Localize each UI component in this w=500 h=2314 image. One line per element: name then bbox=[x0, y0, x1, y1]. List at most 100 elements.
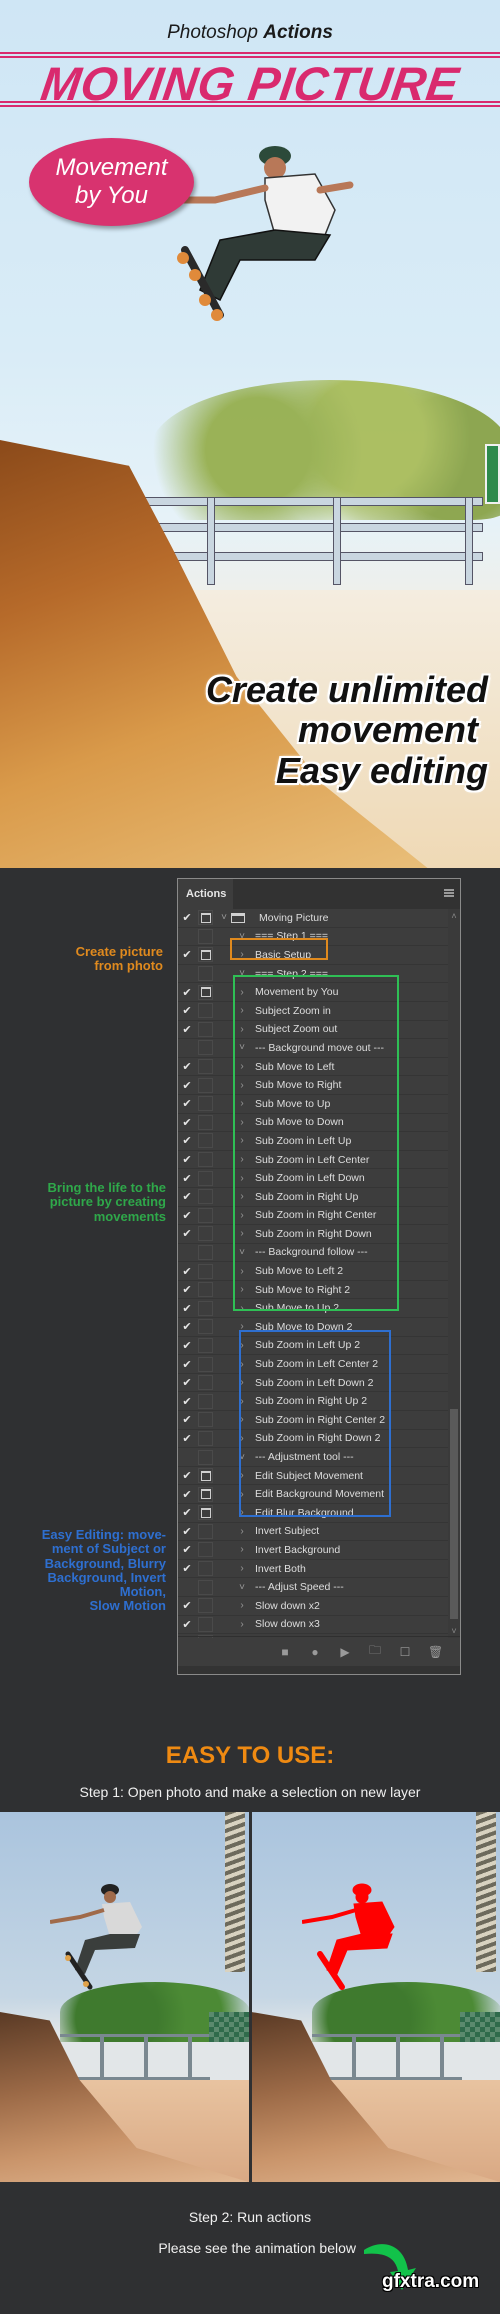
chevron-right-icon[interactable]: › bbox=[235, 949, 249, 960]
dialog-toggle-icon[interactable] bbox=[198, 947, 213, 963]
panel-menu-icon[interactable] bbox=[444, 889, 454, 897]
scroll-up-icon[interactable]: ˄ bbox=[448, 911, 460, 921]
action-row[interactable]: ✔ › Invert Subject bbox=[178, 1523, 450, 1542]
chevron-right-icon[interactable]: › bbox=[235, 1507, 249, 1518]
dialog-toggle-icon[interactable] bbox=[198, 1040, 213, 1056]
chevron-right-icon[interactable]: › bbox=[235, 1228, 249, 1239]
action-row[interactable]: ✔ › Sub Zoom in Right Down 2 bbox=[178, 1430, 450, 1449]
chevron-right-icon[interactable]: › bbox=[235, 1619, 249, 1630]
dialog-toggle-icon[interactable] bbox=[198, 1003, 213, 1019]
chevron-right-icon[interactable]: › bbox=[235, 1563, 249, 1574]
chevron-right-icon[interactable]: › bbox=[235, 1173, 249, 1184]
toggle-checkmark-icon[interactable]: ✔ bbox=[178, 1488, 196, 1501]
action-row[interactable]: ✔ › Sub Zoom in Right Down bbox=[178, 1225, 450, 1244]
toggle-checkmark-icon[interactable]: ✔ bbox=[178, 1079, 196, 1092]
toggle-checkmark-icon[interactable]: ✔ bbox=[178, 986, 196, 999]
action-separator-row[interactable]: ˅ --- Adjustment tool --- bbox=[178, 1448, 450, 1467]
action-separator-row[interactable]: ˅ === Step 1 === bbox=[178, 928, 450, 947]
chevron-down-icon[interactable]: ˅ bbox=[235, 1247, 249, 1258]
chevron-right-icon[interactable]: › bbox=[235, 1284, 249, 1295]
scroll-down-icon[interactable]: ˅ bbox=[448, 1626, 460, 1636]
tab-actions[interactable]: Actions bbox=[178, 879, 233, 909]
dialog-toggle-icon[interactable] bbox=[198, 910, 213, 926]
chevron-right-icon[interactable]: › bbox=[235, 1396, 249, 1407]
action-row[interactable]: ✔ › Sub Zoom in Right Center bbox=[178, 1207, 450, 1226]
dialog-toggle-icon[interactable] bbox=[198, 928, 213, 944]
dialog-toggle-icon[interactable] bbox=[198, 1096, 213, 1112]
action-row[interactable]: ✔ › Sub Zoom in Left Up bbox=[178, 1132, 450, 1151]
dialog-toggle-icon[interactable] bbox=[198, 1523, 213, 1539]
dialog-toggle-icon[interactable] bbox=[198, 1077, 213, 1093]
action-separator-row[interactable]: ˅ --- Adjust Speed --- bbox=[178, 1578, 450, 1597]
action-separator-row[interactable]: ˅ --- Background follow --- bbox=[178, 1244, 450, 1263]
dialog-toggle-icon[interactable] bbox=[198, 1189, 213, 1205]
toggle-checkmark-icon[interactable]: ✔ bbox=[178, 1153, 196, 1166]
action-separator-row[interactable]: ˅ --- Background move out --- bbox=[178, 1039, 450, 1058]
chevron-right-icon[interactable]: › bbox=[235, 1321, 249, 1332]
dialog-toggle-icon[interactable] bbox=[198, 1226, 213, 1242]
chevron-down-icon[interactable]: ˅ bbox=[235, 931, 249, 942]
dialog-toggle-icon[interactable] bbox=[198, 1412, 213, 1428]
toggle-checkmark-icon[interactable]: ✔ bbox=[178, 948, 196, 961]
action-row[interactable]: ✔ › Sub Zoom in Left Center bbox=[178, 1151, 450, 1170]
dialog-toggle-icon[interactable] bbox=[198, 1505, 213, 1521]
toggle-checkmark-icon[interactable]: ✔ bbox=[178, 1618, 196, 1631]
new-action-icon[interactable]: ☐ bbox=[398, 1645, 412, 1659]
dialog-toggle-icon[interactable] bbox=[198, 1561, 213, 1577]
delete-trash-icon[interactable]: 🗑 bbox=[428, 1645, 443, 1659]
dialog-toggle-icon[interactable] bbox=[198, 1375, 213, 1391]
chevron-right-icon[interactable]: › bbox=[235, 1377, 249, 1388]
dialog-toggle-icon[interactable] bbox=[198, 1282, 213, 1298]
action-row[interactable]: ✔ › Sub Zoom in Left Down 2 bbox=[178, 1374, 450, 1393]
action-row[interactable]: ✔ › Edit Subject Movement bbox=[178, 1467, 450, 1486]
chevron-down-icon[interactable]: ˅ bbox=[235, 1452, 249, 1463]
chevron-down-icon[interactable]: ˅ bbox=[235, 1582, 249, 1593]
dialog-toggle-icon[interactable] bbox=[198, 1468, 213, 1484]
chevron-right-icon[interactable]: › bbox=[235, 1600, 249, 1611]
action-row[interactable]: ✔ › Subject Zoom out bbox=[178, 1021, 450, 1040]
action-row[interactable]: ✔ › Basic Setup bbox=[178, 946, 450, 965]
dialog-toggle-icon[interactable] bbox=[198, 1244, 213, 1260]
toggle-checkmark-icon[interactable]: ✔ bbox=[178, 1376, 196, 1389]
action-row[interactable]: ✔ › Sub Move to Right bbox=[178, 1076, 450, 1095]
dialog-toggle-icon[interactable] bbox=[198, 1356, 213, 1372]
stop-icon[interactable]: ■ bbox=[278, 1645, 292, 1659]
action-row[interactable]: ✔ › Sub Move to Down 2 bbox=[178, 1318, 450, 1337]
dialog-toggle-icon[interactable] bbox=[198, 1486, 213, 1502]
action-row[interactable]: ✔ › Sub Zoom in Left Up 2 bbox=[178, 1337, 450, 1356]
dialog-toggle-icon[interactable] bbox=[198, 1393, 213, 1409]
action-set-row[interactable]: ✔ ˅ Moving Picture bbox=[178, 909, 450, 928]
actions-scrollbar[interactable]: ˄ ˅ bbox=[448, 909, 460, 1638]
toggle-checkmark-icon[interactable]: ✔ bbox=[178, 1469, 196, 1482]
record-icon[interactable]: ● bbox=[308, 1645, 322, 1659]
dialog-toggle-icon[interactable] bbox=[198, 1021, 213, 1037]
action-row[interactable]: ✔ › Invert Both bbox=[178, 1560, 450, 1579]
toggle-checkmark-icon[interactable]: ✔ bbox=[178, 1116, 196, 1129]
dialog-toggle-icon[interactable] bbox=[198, 1319, 213, 1335]
chevron-right-icon[interactable]: › bbox=[235, 1154, 249, 1165]
chevron-down-icon[interactable]: ˅ bbox=[235, 1042, 249, 1053]
chevron-right-icon[interactable]: › bbox=[235, 1303, 249, 1314]
dialog-toggle-icon[interactable] bbox=[198, 1579, 213, 1595]
dialog-toggle-icon[interactable] bbox=[198, 1449, 213, 1465]
dialog-toggle-icon[interactable] bbox=[198, 1616, 213, 1632]
toggle-checkmark-icon[interactable]: ✔ bbox=[178, 1413, 196, 1426]
dialog-toggle-icon[interactable] bbox=[198, 1207, 213, 1223]
chevron-right-icon[interactable]: › bbox=[235, 1080, 249, 1091]
action-row[interactable]: ✔ › Slow down x2 bbox=[178, 1597, 450, 1616]
toggle-checkmark-icon[interactable]: ✔ bbox=[178, 1506, 196, 1519]
chevron-right-icon[interactable]: › bbox=[235, 1005, 249, 1016]
chevron-right-icon[interactable]: › bbox=[235, 1191, 249, 1202]
action-row[interactable]: ✔ › Sub Move to Left bbox=[178, 1058, 450, 1077]
action-row[interactable]: ✔ › Sub Move to Up bbox=[178, 1095, 450, 1114]
scroll-thumb[interactable] bbox=[450, 1409, 458, 1619]
chevron-right-icon[interactable]: › bbox=[235, 1433, 249, 1444]
dialog-toggle-icon[interactable] bbox=[198, 1337, 213, 1353]
dialog-toggle-icon[interactable] bbox=[198, 966, 213, 982]
chevron-right-icon[interactable]: › bbox=[235, 1098, 249, 1109]
action-row[interactable]: ✔ › Edit Background Movement bbox=[178, 1485, 450, 1504]
toggle-checkmark-icon[interactable]: ✔ bbox=[178, 1525, 196, 1538]
chevron-right-icon[interactable]: › bbox=[235, 1544, 249, 1555]
toggle-checkmark-icon[interactable]: ✔ bbox=[178, 1265, 196, 1278]
toggle-checkmark-icon[interactable]: ✔ bbox=[178, 1358, 196, 1371]
